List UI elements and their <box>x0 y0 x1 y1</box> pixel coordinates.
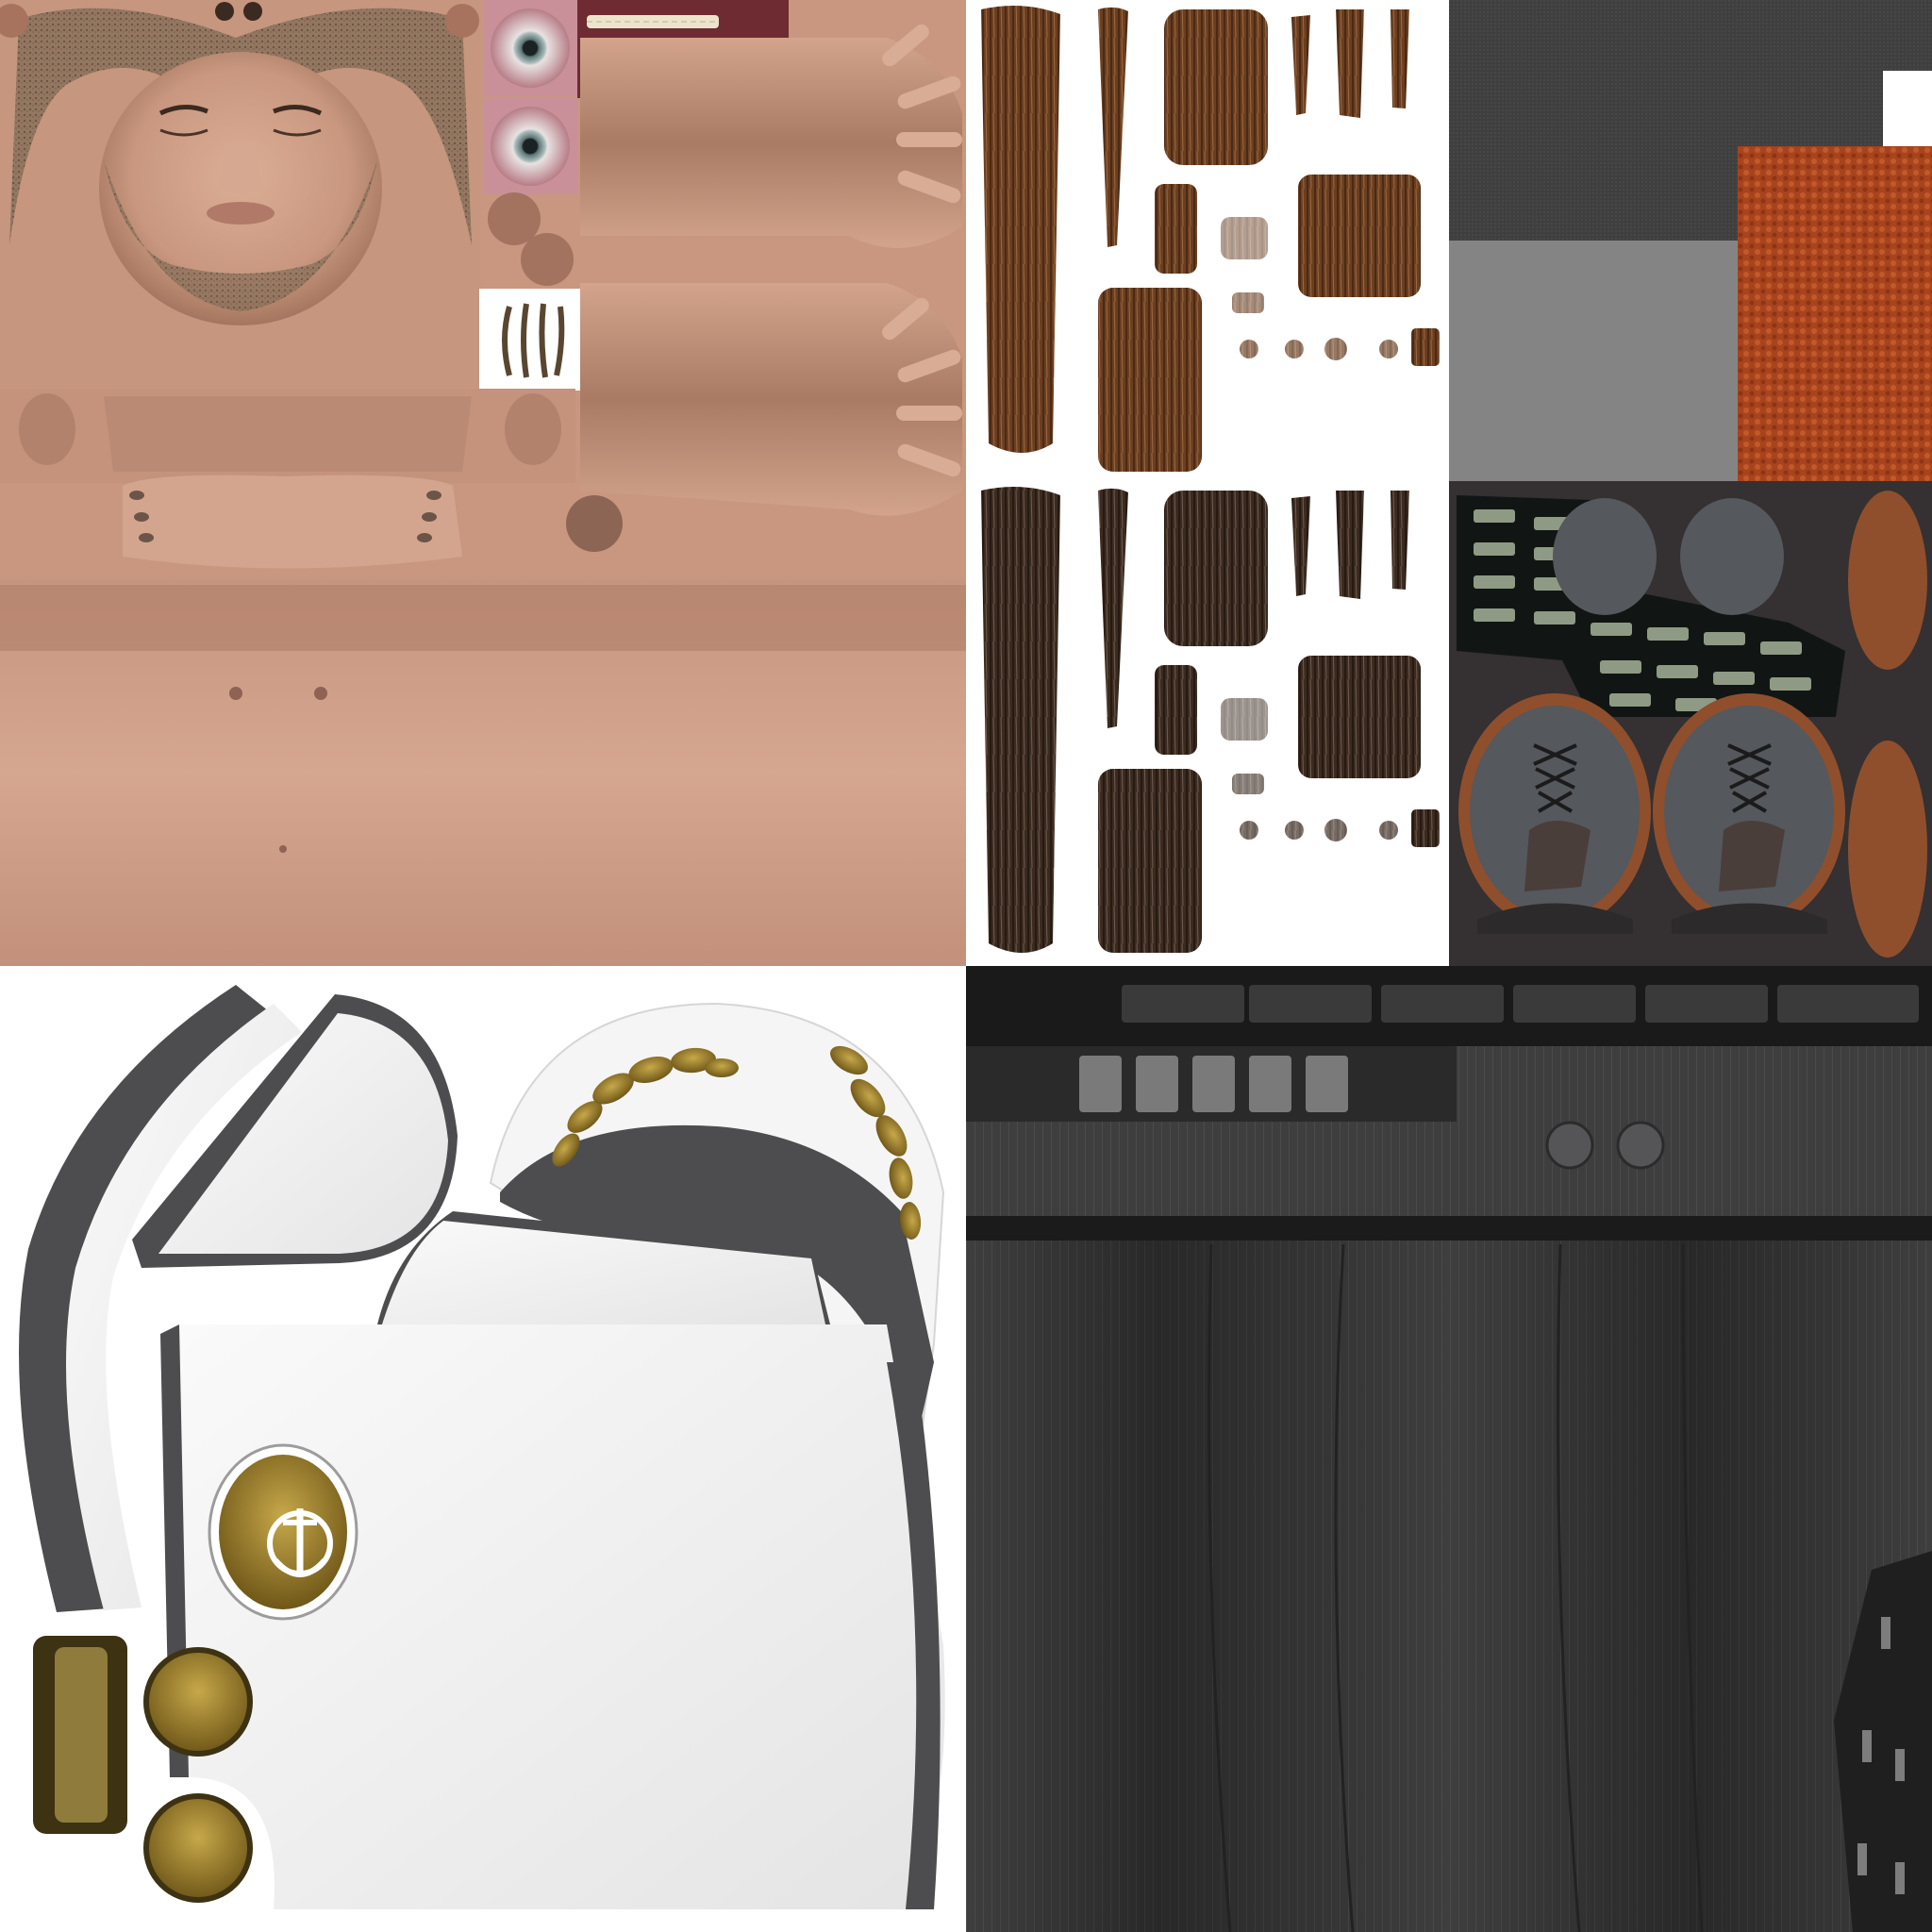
belt-loops <box>1079 1056 1348 1112</box>
button-icon <box>1616 1121 1665 1170</box>
fabric-swatch-mid-gray <box>1449 241 1738 481</box>
hands-palm-island <box>104 396 472 472</box>
button-icon <box>143 1647 253 1757</box>
nipple-left <box>229 687 242 700</box>
feet-island <box>123 475 462 569</box>
trousers-svg <box>966 966 1932 1932</box>
hair-texture-quadrant <box>966 0 1449 966</box>
navel <box>279 845 287 853</box>
button-icon <box>143 1793 253 1903</box>
eyelash-tile <box>479 289 589 391</box>
ear-right <box>505 393 561 465</box>
captain-uniform-quadrant <box>0 966 966 1932</box>
trouser-leg-shading <box>966 1241 1932 1932</box>
nose <box>219 142 262 194</box>
head-detail-right <box>445 4 479 38</box>
trousers-quadrant <box>966 966 1932 1932</box>
nostril-right <box>243 2 262 21</box>
shoe-toe-cap-left <box>1553 498 1657 615</box>
cloth-and-shoes-quadrant <box>1449 0 1932 966</box>
fabric-swatch-dark-gray-strip <box>1883 0 1932 71</box>
shoe-sole-bottom <box>1848 741 1927 958</box>
anchor-icon <box>208 1443 358 1621</box>
waistband-segments <box>1122 985 1919 1023</box>
mouth-inner-island-2 <box>521 233 574 286</box>
texture-atlas <box>0 0 1932 1932</box>
torso-shadow-band <box>0 585 966 651</box>
cloth-shoes-svg <box>1449 0 1932 966</box>
detail-island <box>566 495 623 552</box>
hair-texture-svg <box>981 6 1440 953</box>
hair-strips-brown <box>981 6 1440 472</box>
shoe-toe-cap-right <box>1680 498 1784 615</box>
nipple-right <box>314 687 327 700</box>
eye-icon <box>491 107 570 186</box>
shoe-sole-top <box>1848 491 1927 670</box>
fabric-swatch-orange <box>1738 146 1932 481</box>
fabric-gap <box>1883 71 1932 146</box>
skin-texture-svg <box>0 0 966 966</box>
button-icon <box>1545 1121 1594 1170</box>
belt-line <box>966 1216 1932 1241</box>
hair-strips-dark <box>981 487 1440 953</box>
skin-texture-quadrant <box>0 0 966 966</box>
nostril-left <box>215 2 234 21</box>
epaulette-strap-inner <box>55 1647 108 1823</box>
uniform-svg <box>19 985 945 1909</box>
mouth <box>207 202 275 225</box>
ear-left <box>19 393 75 465</box>
mouth-inner-island <box>488 192 541 245</box>
eye-icon <box>491 8 570 88</box>
